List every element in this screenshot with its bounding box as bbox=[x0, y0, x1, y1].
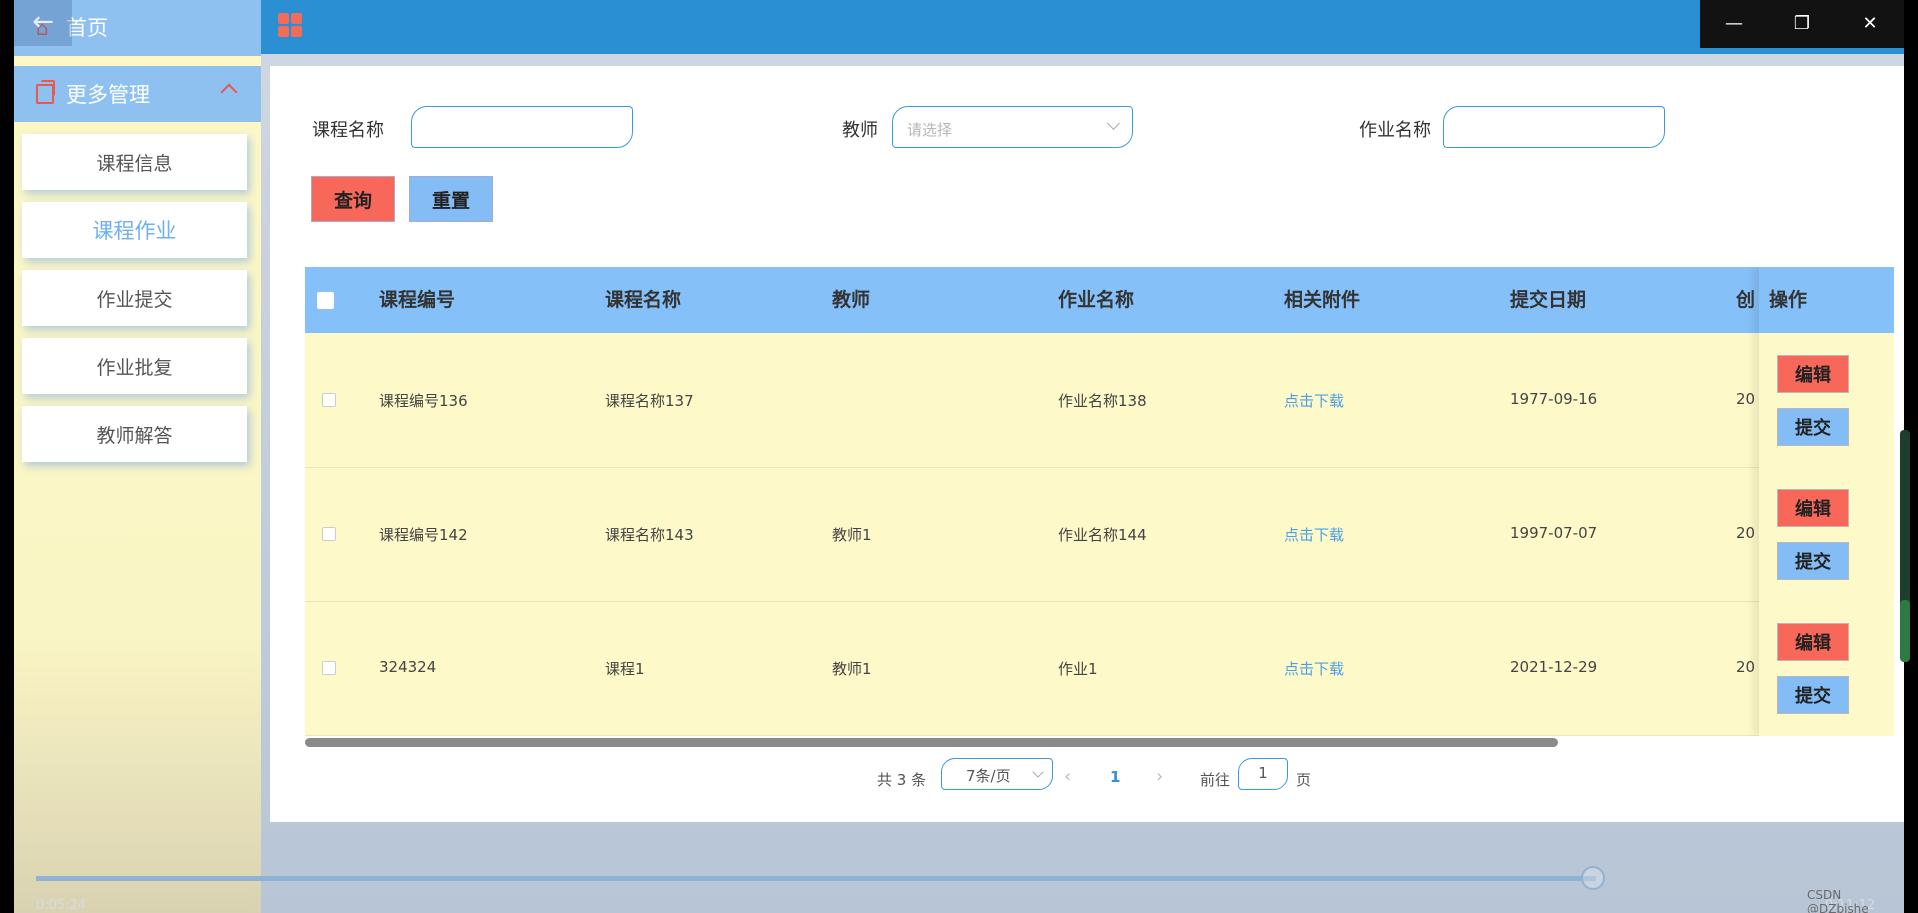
column-teacher[interactable]: 教师 bbox=[832, 267, 870, 333]
video-side-scrollbar-thumb[interactable] bbox=[1900, 600, 1910, 662]
cell-course-no: 课程编号142 bbox=[379, 526, 468, 544]
column-course-name[interactable]: 课程名称 bbox=[605, 267, 681, 333]
sidebar-item-homework-submit[interactable]: 作业提交 bbox=[22, 270, 247, 326]
chevron-down-icon bbox=[1107, 117, 1120, 130]
download-link[interactable]: 点击下载 bbox=[1284, 658, 1344, 679]
cell-course-name: 课程1 bbox=[605, 660, 645, 678]
cell-teacher: 教师1 bbox=[832, 660, 872, 678]
search-button[interactable]: 查询 bbox=[311, 176, 395, 222]
table-row: 课程编号142 课程名称143 教师1 作业名称144 点击下载 1997-07… bbox=[305, 467, 1894, 602]
column-operations: 操作 bbox=[1769, 289, 1808, 311]
page-size-select[interactable]: 7条/页 bbox=[941, 758, 1053, 790]
table-row: 324324 课程1 教师1 作业1 点击下载 2021-12-29 20 bbox=[305, 601, 1894, 736]
homework-name-label: 作业名称 bbox=[1359, 120, 1431, 141]
reset-button[interactable]: 重置 bbox=[409, 176, 493, 222]
edit-button[interactable]: 编辑 bbox=[1777, 355, 1849, 393]
page-number-current[interactable]: 1 bbox=[1110, 768, 1120, 786]
cell-created: 20 bbox=[1736, 658, 1756, 676]
select-all-checkbox[interactable] bbox=[317, 292, 334, 309]
sidebar-home-label: 首页 bbox=[66, 16, 108, 40]
sidebar-item-teacher-answers[interactable]: 教师解答 bbox=[22, 406, 247, 462]
goto-label: 前往 bbox=[1200, 771, 1231, 789]
app-window: ⌂ 首页 ← 更多管理 课程信息 课程作业 作业提交 作业批复 教师解答 课程名… bbox=[14, 0, 1904, 913]
edit-button[interactable]: 编辑 bbox=[1777, 623, 1849, 661]
column-submit-date[interactable]: 提交日期 bbox=[1510, 267, 1586, 333]
top-bar bbox=[261, 0, 1904, 54]
operations-column: 操作 编辑 提交 编辑 提交 编辑 提交 bbox=[1759, 267, 1894, 736]
video-progress-bar[interactable] bbox=[36, 876, 1596, 881]
cell-created: 20 bbox=[1736, 524, 1756, 542]
pagination-total: 共 3 条 bbox=[877, 771, 927, 789]
main-panel: 课程名称 教师 请选择 作业名称 查询 重置 课程编号 课程名称 教师 作业名称… bbox=[270, 66, 1904, 822]
scrollbar-thumb[interactable] bbox=[305, 738, 1558, 747]
column-course-no[interactable]: 课程编号 bbox=[379, 267, 455, 333]
chevron-up-icon bbox=[220, 83, 238, 101]
teacher-select-placeholder: 请选择 bbox=[907, 121, 953, 139]
course-name-input[interactable] bbox=[411, 106, 633, 148]
restore-icon[interactable]: ❐ bbox=[1768, 0, 1836, 48]
horizontal-scrollbar[interactable] bbox=[305, 738, 1894, 747]
sidebar-item-homework-review[interactable]: 作业批复 bbox=[22, 338, 247, 394]
cell-homework-name: 作业名称138 bbox=[1058, 392, 1147, 410]
sidebar-item-course-homework[interactable]: 课程作业 bbox=[22, 202, 247, 258]
sidebar-item-course-info[interactable]: 课程信息 bbox=[22, 134, 247, 190]
row-checkbox[interactable] bbox=[322, 661, 336, 675]
sidebar: ⌂ 首页 ← 更多管理 课程信息 课程作业 作业提交 作业批复 教师解答 bbox=[14, 0, 261, 913]
teacher-select[interactable]: 请选择 bbox=[892, 106, 1133, 148]
edit-button[interactable]: 编辑 bbox=[1777, 489, 1849, 527]
video-progress-knob[interactable] bbox=[1581, 866, 1605, 890]
sidebar-menu: 课程信息 课程作业 作业提交 作业批复 教师解答 bbox=[22, 134, 247, 474]
pagination: 共 3 条 7条/页 ‹ 1 › 前往 1 页 bbox=[270, 756, 1904, 800]
close-icon[interactable]: ✕ bbox=[1836, 0, 1904, 48]
cell-homework-name: 作业1 bbox=[1058, 660, 1098, 678]
cell-course-name: 课程名称137 bbox=[605, 392, 694, 410]
table-row: 课程编号136 课程名称137 作业名称138 点击下载 1977-09-16 … bbox=[305, 333, 1894, 468]
menu-grid-icon[interactable] bbox=[278, 13, 302, 37]
window-controls: — ❐ ✕ bbox=[1700, 0, 1904, 48]
table-header: 课程编号 课程名称 教师 作业名称 相关附件 提交日期 创 bbox=[305, 267, 1894, 333]
watermark-text: CSDN @DZbishe bbox=[1807, 888, 1869, 913]
homework-name-input[interactable] bbox=[1443, 106, 1665, 148]
cell-homework-name: 作业名称144 bbox=[1058, 526, 1147, 544]
download-link[interactable]: 点击下载 bbox=[1284, 524, 1344, 545]
download-link[interactable]: 点击下载 bbox=[1284, 390, 1344, 411]
cell-submit-date: 1997-07-07 bbox=[1510, 524, 1598, 542]
cell-created: 20 bbox=[1736, 390, 1756, 408]
page-suffix-label: 页 bbox=[1296, 771, 1312, 789]
chevron-down-icon bbox=[1032, 766, 1044, 778]
course-name-label: 课程名称 bbox=[312, 120, 384, 141]
cell-course-no: 324324 bbox=[379, 658, 437, 676]
column-created[interactable]: 创 bbox=[1736, 267, 1755, 333]
sidebar-group-more-management[interactable]: 更多管理 bbox=[14, 66, 261, 122]
column-attachment[interactable]: 相关附件 bbox=[1284, 267, 1360, 333]
sidebar-group-label: 更多管理 bbox=[66, 83, 150, 107]
operations-header: 操作 bbox=[1759, 267, 1894, 333]
cell-course-name: 课程名称143 bbox=[605, 526, 694, 544]
prev-page-icon[interactable]: ‹ bbox=[1064, 766, 1071, 787]
next-page-icon[interactable]: › bbox=[1156, 766, 1163, 787]
back-arrow-icon[interactable]: ← bbox=[14, 0, 72, 46]
minimize-icon[interactable]: — bbox=[1700, 0, 1768, 48]
goto-page-input[interactable]: 1 bbox=[1238, 758, 1288, 790]
homework-table: 课程编号 课程名称 教师 作业名称 相关附件 提交日期 创 课程编号136 课程… bbox=[305, 267, 1894, 736]
submit-button[interactable]: 提交 bbox=[1777, 542, 1849, 580]
column-homework-name[interactable]: 作业名称 bbox=[1058, 267, 1134, 333]
cell-submit-date: 1977-09-16 bbox=[1510, 390, 1598, 408]
submit-button[interactable]: 提交 bbox=[1777, 408, 1849, 446]
cell-submit-date: 2021-12-29 bbox=[1510, 658, 1598, 676]
page-size-value: 7条/页 bbox=[966, 767, 1011, 785]
copy-icon bbox=[36, 80, 55, 104]
row-checkbox[interactable] bbox=[322, 393, 336, 407]
row-checkbox[interactable] bbox=[322, 527, 336, 541]
sidebar-item-home[interactable]: ⌂ 首页 ← bbox=[14, 0, 261, 56]
cell-course-no: 课程编号136 bbox=[379, 392, 468, 410]
cell-teacher: 教师1 bbox=[832, 526, 872, 544]
submit-button[interactable]: 提交 bbox=[1777, 676, 1849, 714]
teacher-label: 教师 bbox=[842, 120, 878, 141]
video-time-elapsed: 0:05:24 bbox=[36, 898, 87, 913]
